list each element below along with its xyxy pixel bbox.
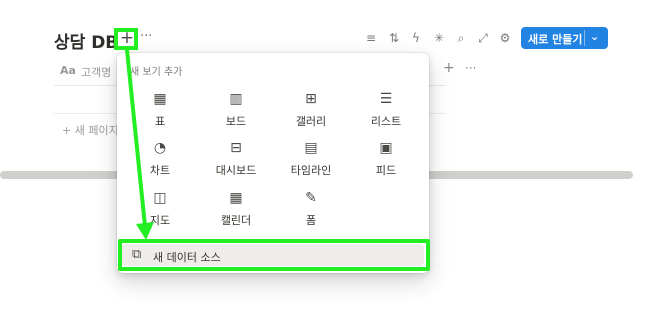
view-option-map[interactable]: ◫ 지도 <box>124 190 196 234</box>
view-option-label: 표 <box>154 115 166 128</box>
view-option-label: 보드 <box>225 115 247 128</box>
column-header-name[interactable]: 고객명 <box>81 64 111 80</box>
view-option-dashboard[interactable]: ⊟ 대시보드 <box>200 140 272 184</box>
expand-icon[interactable]: ⤢ <box>475 31 491 46</box>
calendar-icon: ▦ <box>229 190 243 206</box>
chart-icon: ◔ <box>153 140 167 156</box>
map-icon: ◫ <box>153 190 167 206</box>
new-button-divider <box>584 30 585 46</box>
timeline-icon: ▤ <box>304 140 318 156</box>
view-option-label: 캘린더 <box>220 214 252 227</box>
loading-icon[interactable]: ✳ <box>431 31 447 45</box>
new-button-label: 새로 만들기 <box>528 33 583 46</box>
view-option-label: 갤러리 <box>295 115 327 128</box>
view-option-form[interactable]: ✎ 폼 <box>275 190 347 234</box>
new-button[interactable]: 새로 만들기 ⌄ <box>521 27 608 49</box>
form-icon: ✎ <box>305 190 317 206</box>
sort-icon[interactable]: ⇅ <box>386 31 402 45</box>
view-option-feed[interactable]: ▣ 피드 <box>350 140 422 184</box>
view-option-timeline[interactable]: ▤ 타임라인 <box>275 140 347 184</box>
menu-title: 새 보기 추가 <box>130 67 183 78</box>
dashboard-icon: ⊟ <box>230 140 242 156</box>
view-option-table[interactable]: ▦ 표 <box>124 91 196 135</box>
text-type-icon: Aa <box>60 64 76 77</box>
page-title: 상담 DB <box>54 33 119 53</box>
view-option-list[interactable]: ☰ 리스트 <box>350 91 422 135</box>
add-column-button[interactable]: + <box>443 60 455 76</box>
view-option-calendar[interactable]: ▦ 캘린더 <box>200 190 272 234</box>
filter-icon[interactable]: ≡ <box>363 31 379 45</box>
view-option-label: 폼 <box>305 214 317 227</box>
search-icon[interactable]: ⌕ <box>453 31 469 46</box>
feed-icon: ▣ <box>379 140 393 156</box>
board-icon: ▥ <box>229 91 243 107</box>
view-option-label: 피드 <box>375 164 397 177</box>
table-icon: ▦ <box>153 91 167 107</box>
gallery-icon: ⊞ <box>305 91 317 107</box>
column-more-button[interactable]: ··· <box>465 61 476 75</box>
automation-icon[interactable]: ϟ <box>408 31 424 45</box>
view-option-label: 대시보드 <box>215 164 257 177</box>
view-option-label: 타임라인 <box>290 164 332 177</box>
new-page-button[interactable]: + 새 페이지 <box>62 122 119 138</box>
view-option-label: 지도 <box>149 214 171 227</box>
view-option-gallery[interactable]: ⊞ 갤러리 <box>275 91 347 135</box>
view-option-label: 차트 <box>149 164 171 177</box>
annotation-highlight-new-source <box>118 239 430 271</box>
chevron-down-icon[interactable]: ⌄ <box>590 30 599 43</box>
more-options-button[interactable]: ··· <box>140 29 152 44</box>
view-option-label: 리스트 <box>370 115 402 128</box>
settings-icon[interactable]: ⚙ <box>497 31 513 45</box>
view-option-chart[interactable]: ◔ 차트 <box>124 140 196 184</box>
list-icon: ☰ <box>379 91 393 107</box>
annotation-highlight-add-view <box>114 28 138 50</box>
view-option-board[interactable]: ▥ 보드 <box>200 91 272 135</box>
